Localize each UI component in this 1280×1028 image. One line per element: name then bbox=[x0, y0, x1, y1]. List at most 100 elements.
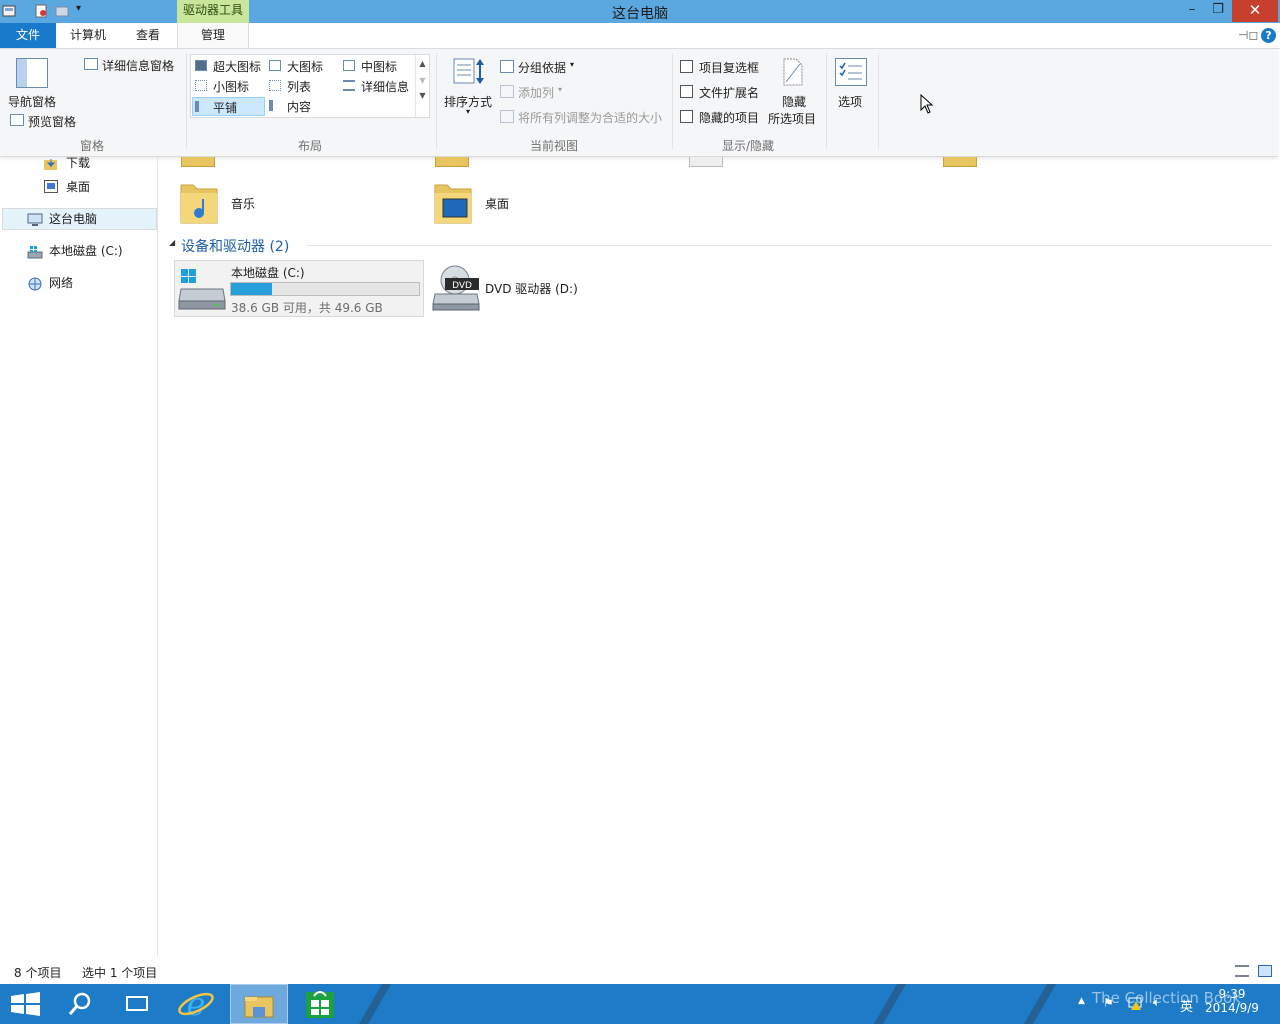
hidden-items-checkbox[interactable] bbox=[680, 110, 693, 123]
network-status-icon[interactable] bbox=[1127, 995, 1143, 1011]
dvd-drive-icon: DVD bbox=[431, 264, 481, 312]
scroll-up-icon[interactable]: ▲ bbox=[416, 59, 429, 68]
file-extensions-checkbox[interactable] bbox=[680, 85, 693, 98]
folder-tile-music[interactable]: 音乐 bbox=[175, 177, 415, 227]
extra-large-icons-label: 超大图标 bbox=[213, 60, 262, 74]
taskbar: e The Collection Book ▲ ⚑ 🔈︎ 英 9:39 2014… bbox=[0, 984, 1280, 1024]
hide-selected-button[interactable]: 隐藏 所选项目 bbox=[766, 55, 820, 129]
nav-item-desktop[interactable]: 桌面 bbox=[0, 176, 157, 198]
group-separator bbox=[672, 53, 673, 149]
nav-item-this-pc[interactable]: 这台电脑 bbox=[2, 208, 157, 230]
layout-tiles[interactable]: 平铺 bbox=[192, 97, 265, 116]
collapse-section-icon[interactable]: ◢ bbox=[169, 238, 175, 247]
details-view-icon[interactable] bbox=[1235, 965, 1249, 977]
status-item-count: 8 个项目 bbox=[14, 966, 62, 980]
drive-tile-c[interactable]: 本地磁盘 (C:) 38.6 GB 可用，共 49.6 GB bbox=[174, 260, 424, 317]
pin-ribbon-icon[interactable]: ⊣◻ bbox=[1238, 28, 1258, 42]
group-separator bbox=[186, 53, 187, 149]
store-icon[interactable] bbox=[292, 984, 348, 1024]
search-icon[interactable] bbox=[52, 984, 108, 1024]
layout-list[interactable]: 列表 bbox=[267, 77, 339, 95]
content-icon bbox=[269, 100, 281, 111]
extra-large-icons-icon bbox=[195, 60, 207, 71]
scroll-down-icon[interactable]: ▼ bbox=[416, 76, 429, 85]
file-explorer-taskbar-button[interactable] bbox=[230, 984, 288, 1024]
list-label: 列表 bbox=[287, 80, 312, 94]
this-pc-icon bbox=[27, 212, 43, 226]
nav-pane-button[interactable]: 导航窗格 bbox=[6, 55, 58, 111]
group-separator bbox=[436, 53, 437, 149]
music-folder-icon bbox=[179, 179, 219, 225]
action-center-flag-icon[interactable]: ⚑ bbox=[1103, 996, 1115, 1010]
tab-view[interactable]: 查看 bbox=[122, 23, 174, 48]
hidden-items-option[interactable]: 隐藏的项目 bbox=[680, 108, 766, 126]
layout-gallery-scroller[interactable]: ▲ ▼ ▼ bbox=[415, 55, 429, 117]
add-column-button[interactable]: 添加列 ▾ bbox=[498, 83, 570, 101]
nav-pane-label: 导航窗格 bbox=[8, 95, 57, 109]
size-all-columns-icon bbox=[500, 110, 514, 123]
task-view-icon[interactable] bbox=[108, 984, 164, 1024]
layout-details[interactable]: 详细信息 bbox=[341, 77, 415, 95]
tab-file[interactable]: 文件 bbox=[0, 23, 56, 48]
group-separator bbox=[878, 53, 879, 149]
nav-item-desktop-label: 桌面 bbox=[66, 180, 91, 194]
item-checkboxes-option[interactable]: 项目复选框 bbox=[680, 58, 766, 76]
tab-manage[interactable]: 管理 bbox=[177, 23, 249, 48]
group-by-button[interactable]: 分组依据 ▾ bbox=[498, 58, 582, 76]
list-icon bbox=[269, 80, 281, 91]
status-selected-count: 选中 1 个项目 bbox=[82, 966, 158, 980]
section-header-devices[interactable]: ◢ 设备和驱动器 (2) bbox=[167, 235, 1272, 255]
group-by-icon bbox=[500, 60, 514, 73]
tiles-icon bbox=[195, 101, 207, 112]
tiles-label: 平铺 bbox=[213, 101, 238, 115]
folder-tile-desktop[interactable]: 桌面 bbox=[429, 177, 669, 227]
sort-by-button[interactable]: 排序方式 ▾ bbox=[442, 55, 494, 116]
details-pane-label: 详细信息窗格 bbox=[102, 59, 175, 73]
close-button[interactable]: ✕ bbox=[1232, 0, 1278, 22]
size-all-columns-button[interactable]: 将所有列调整为合适的大小 bbox=[498, 108, 668, 126]
help-icon[interactable]: ? bbox=[1261, 28, 1276, 43]
volume-icon[interactable]: 🔈︎ bbox=[1153, 995, 1167, 1009]
layout-medium-icons[interactable]: 中图标 bbox=[341, 57, 415, 75]
minimize-button[interactable]: – bbox=[1178, 0, 1206, 22]
nav-item-local-disk[interactable]: 本地磁盘 (C:) bbox=[0, 240, 157, 262]
options-button[interactable]: 选项 bbox=[830, 55, 872, 115]
folder-icon[interactable] bbox=[435, 157, 471, 169]
start-button[interactable] bbox=[0, 984, 56, 1024]
restore-button[interactable]: ❐ bbox=[1204, 0, 1232, 22]
sort-by-dropdown-icon: ▾ bbox=[466, 107, 471, 116]
medium-icons-icon bbox=[343, 60, 355, 71]
large-icons-view-icon[interactable] bbox=[1258, 965, 1272, 977]
folder-icon[interactable] bbox=[689, 157, 725, 169]
hide-selected-label-1: 隐藏 bbox=[782, 95, 807, 109]
layout-large-icons[interactable]: 大图标 bbox=[267, 57, 339, 75]
file-extensions-label: 文件扩展名 bbox=[699, 86, 760, 100]
details-pane-button[interactable]: 详细信息窗格 bbox=[82, 56, 178, 73]
current-view-group-label: 当前视图 bbox=[529, 139, 578, 153]
file-extensions-option[interactable]: 文件扩展名 bbox=[680, 83, 766, 101]
layout-extra-large-icons[interactable]: 超大图标 bbox=[193, 57, 265, 75]
preview-pane-button[interactable]: 预览窗格 bbox=[8, 112, 80, 129]
large-icons-label: 大图标 bbox=[287, 60, 324, 74]
tab-computer[interactable]: 计算机 bbox=[60, 23, 116, 48]
layout-gallery: 超大图标 大图标 中图标 小图标 列表 详细信息 平铺 内容 ▲ ▼ ▼ bbox=[190, 54, 430, 118]
input-language-indicator[interactable]: 英 bbox=[1180, 996, 1193, 1015]
downloads-folder-icon bbox=[44, 156, 58, 170]
folder-icon[interactable] bbox=[181, 157, 217, 169]
nav-item-network[interactable]: 网络 bbox=[0, 272, 157, 294]
drive-tile-d[interactable]: DVD DVD 驱动器 (D:) bbox=[429, 260, 679, 317]
clock[interactable]: 9:39 2014/9/9 bbox=[1204, 987, 1260, 1015]
item-checkboxes-checkbox[interactable] bbox=[680, 60, 693, 73]
drive-d-name: DVD 驱动器 (D:) bbox=[485, 282, 578, 296]
internet-explorer-icon[interactable]: e bbox=[168, 984, 224, 1024]
layout-content[interactable]: 内容 bbox=[267, 97, 339, 115]
gallery-expand-icon[interactable]: ▼ bbox=[416, 91, 429, 100]
hidden-items-label: 隐藏的项目 bbox=[699, 111, 760, 125]
nav-item-downloads[interactable]: 下载 bbox=[0, 152, 157, 174]
content-label: 内容 bbox=[287, 100, 312, 114]
medium-icons-label: 中图标 bbox=[361, 60, 398, 74]
folder-icon[interactable] bbox=[943, 157, 979, 169]
tray-overflow-icon[interactable]: ▲ bbox=[1078, 996, 1085, 1006]
layout-small-icons[interactable]: 小图标 bbox=[193, 77, 265, 95]
folder-tile-desktop-label: 桌面 bbox=[485, 197, 510, 211]
